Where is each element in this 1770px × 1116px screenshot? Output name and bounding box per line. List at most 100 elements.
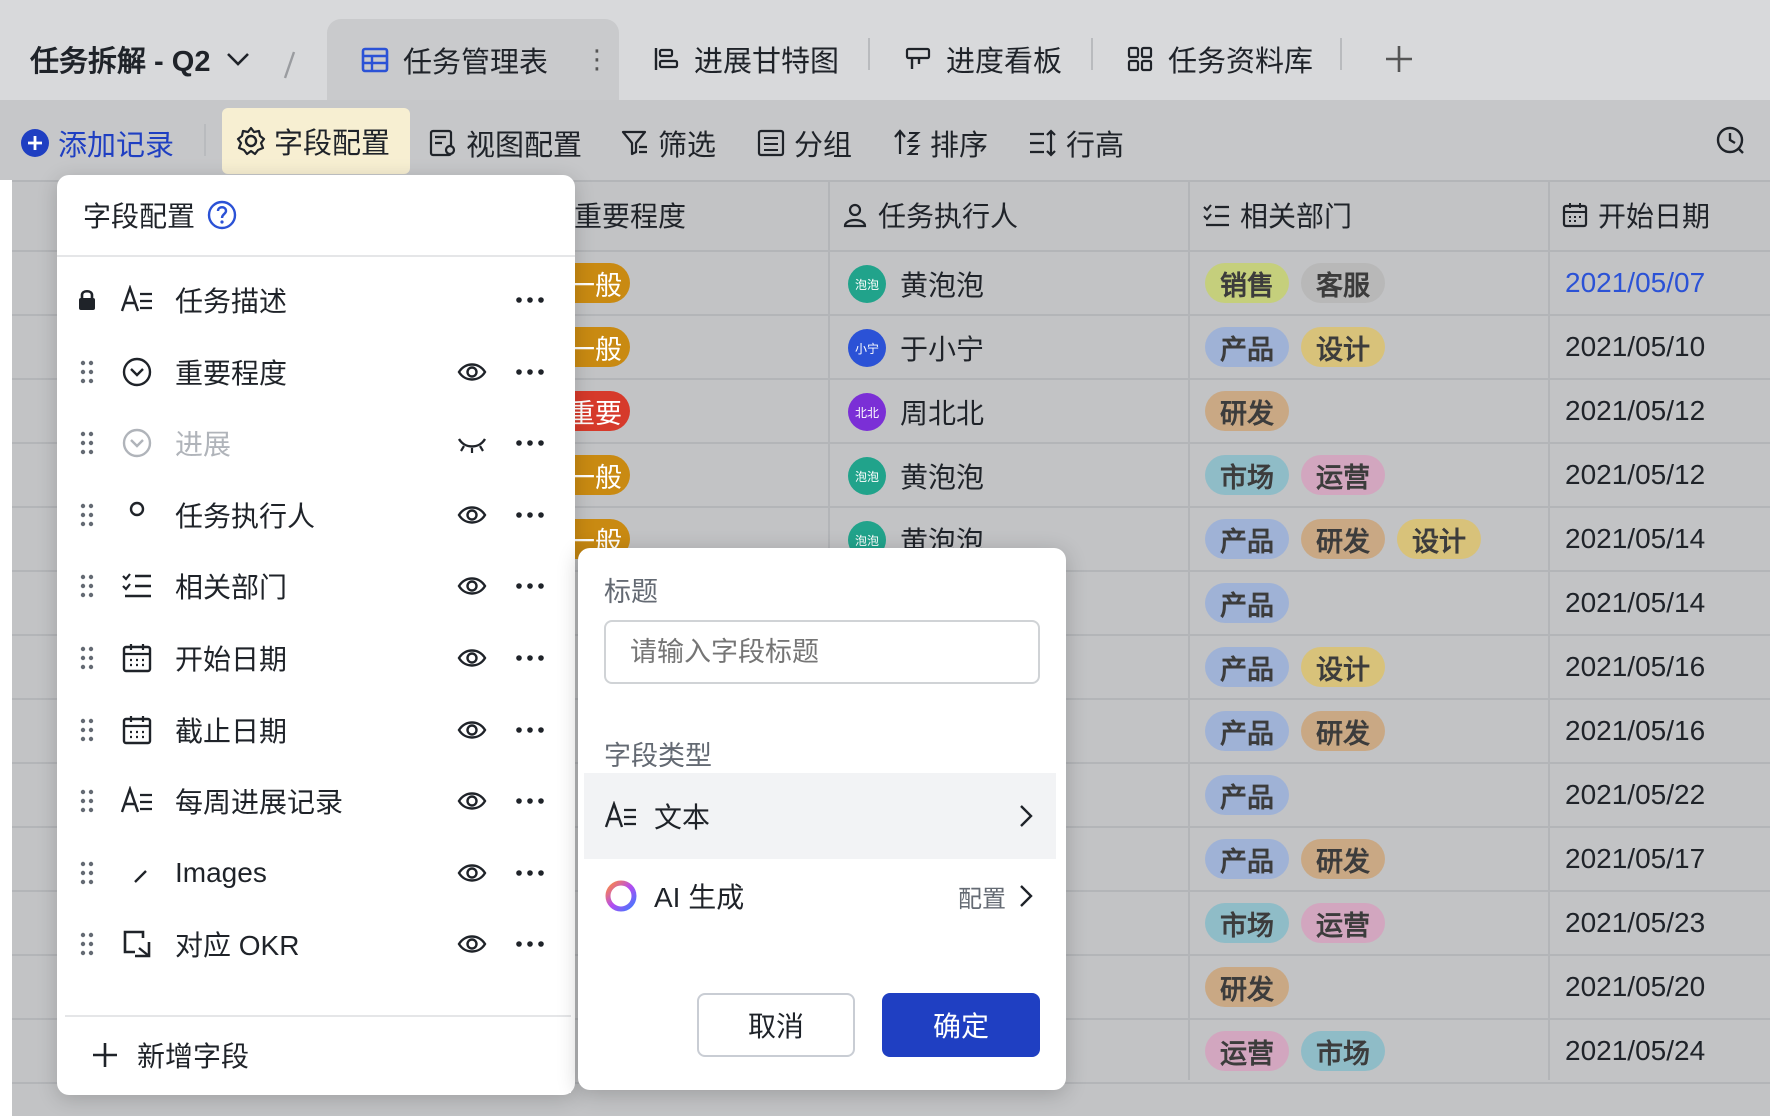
more-icon[interactable]: [515, 582, 547, 590]
start-date-cell[interactable]: 2021/05/17: [1565, 843, 1705, 875]
add-view-button[interactable]: [1384, 44, 1414, 74]
field-row[interactable]: 对应 OKR: [57, 908, 575, 980]
eye-icon[interactable]: [457, 790, 493, 812]
start-date-cell[interactable]: 2021/05/23: [1565, 907, 1705, 939]
eye-icon[interactable]: [457, 933, 493, 955]
drag-handle-icon[interactable]: [57, 430, 117, 456]
assignee-cell[interactable]: 北北 周北北: [848, 392, 984, 432]
start-date-cell[interactable]: 2021/05/20: [1565, 971, 1705, 1003]
field-row[interactable]: 截止日期: [57, 694, 575, 766]
tab-task-table[interactable]: 任务管理表 ⋮: [327, 19, 619, 100]
more-icon[interactable]: [515, 296, 547, 304]
start-date-cell[interactable]: 2021/05/14: [1565, 523, 1705, 555]
departments-cell[interactable]: 产品 研发 设计: [1205, 519, 1493, 559]
ai-config-link[interactable]: 配置: [958, 879, 1006, 914]
departments-cell[interactable]: 产品 研发: [1205, 711, 1397, 751]
departments-cell[interactable]: 运营 市场: [1205, 1031, 1397, 1071]
cancel-button[interactable]: 取消: [697, 993, 855, 1057]
departments-cell[interactable]: 产品 研发: [1205, 839, 1397, 879]
column-header-assignee[interactable]: 任务执行人: [828, 180, 1018, 250]
workspace-switcher[interactable]: 任务拆解 - Q2: [30, 38, 252, 80]
drag-handle-icon[interactable]: [57, 645, 117, 671]
start-date-cell[interactable]: 2021/05/16: [1565, 715, 1705, 747]
group-button[interactable]: 分组: [756, 122, 852, 164]
department-tag: 研发: [1301, 839, 1385, 879]
help-icon[interactable]: [207, 200, 237, 230]
eye-icon[interactable]: [457, 361, 493, 383]
more-icon[interactable]: [515, 439, 547, 447]
assignee-name: 黄泡泡: [900, 270, 985, 301]
drag-handle-icon[interactable]: [57, 573, 117, 599]
start-date-cell[interactable]: 2021/05/22: [1565, 779, 1705, 811]
more-icon[interactable]: [515, 368, 547, 376]
filter-button[interactable]: 筛选: [620, 122, 716, 164]
assignee-cell[interactable]: 泡泡 黄泡泡: [848, 264, 984, 304]
tab-kanban[interactable]: 进度看板: [904, 38, 1062, 80]
person-icon: [842, 202, 868, 228]
add-field-button[interactable]: 新增字段: [65, 1015, 571, 1093]
start-date-cell[interactable]: 2021/05/12: [1565, 395, 1705, 427]
departments-cell[interactable]: 研发: [1205, 967, 1301, 1007]
row-height-icon: [1028, 128, 1058, 158]
drag-handle-icon[interactable]: [57, 359, 117, 385]
start-date-cell[interactable]: 2021/05/10: [1565, 331, 1705, 363]
eye-icon[interactable]: [457, 647, 493, 669]
departments-cell[interactable]: 市场 运营: [1205, 455, 1397, 495]
more-icon[interactable]: [515, 726, 547, 734]
drag-handle-icon[interactable]: [57, 502, 117, 528]
departments-cell[interactable]: 产品 设计: [1205, 647, 1397, 687]
view-config-button[interactable]: 视图配置: [428, 122, 582, 164]
departments-cell[interactable]: 产品: [1205, 583, 1301, 623]
field-title-input[interactable]: [604, 620, 1040, 684]
field-row[interactable]: 任务执行人: [57, 479, 575, 551]
more-icon[interactable]: [515, 511, 547, 519]
start-date-cell[interactable]: 2021/05/16: [1565, 651, 1705, 683]
start-date-cell[interactable]: 2021/05/12: [1565, 459, 1705, 491]
eye-icon[interactable]: [457, 575, 493, 597]
field-row[interactable]: 相关部门: [57, 550, 575, 622]
departments-cell[interactable]: 产品 设计: [1205, 327, 1397, 367]
field-row[interactable]: 任务描述: [57, 264, 575, 336]
tab-more-icon[interactable]: ⋮: [584, 44, 610, 75]
more-icon[interactable]: [515, 940, 547, 948]
eye-closed-icon[interactable]: [457, 432, 493, 454]
field-type-text[interactable]: 文本: [584, 773, 1056, 859]
eye-icon[interactable]: [457, 719, 493, 741]
column-header-start-date[interactable]: 开始日期: [1548, 180, 1710, 250]
field-config-button[interactable]: 字段配置: [222, 108, 410, 174]
field-row[interactable]: 每周进展记录: [57, 765, 575, 837]
history-icon[interactable]: [1714, 124, 1746, 156]
drag-handle-icon[interactable]: [57, 717, 117, 743]
drag-handle-icon[interactable]: [57, 860, 117, 886]
start-date-cell[interactable]: 2021/05/14: [1565, 587, 1705, 619]
eye-icon[interactable]: [457, 504, 493, 526]
assignee-cell[interactable]: 小宁 于小宁: [848, 328, 984, 368]
start-date-cell[interactable]: 2021/05/24: [1565, 1035, 1705, 1067]
column-header-departments[interactable]: 相关部门: [1188, 180, 1352, 250]
eye-icon[interactable]: [457, 862, 493, 884]
drag-handle-icon[interactable]: [57, 931, 117, 957]
more-icon[interactable]: [515, 797, 547, 805]
add-record-button[interactable]: 添加记录: [20, 122, 174, 164]
departments-cell[interactable]: 产品: [1205, 775, 1301, 815]
field-type-ai-label: AI 生成: [654, 882, 745, 913]
drag-handle-icon[interactable]: [57, 788, 117, 814]
column-header-importance[interactable]: 重要程度: [560, 180, 686, 250]
tab-gantt[interactable]: 进展甘特图: [652, 38, 839, 80]
field-row[interactable]: 开始日期: [57, 622, 575, 694]
departments-cell[interactable]: 市场 运营: [1205, 903, 1397, 943]
more-icon[interactable]: [515, 869, 547, 877]
tab-gallery[interactable]: 任务资料库: [1126, 38, 1313, 80]
departments-cell[interactable]: 研发: [1205, 391, 1301, 431]
assignee-cell[interactable]: 泡泡 黄泡泡: [848, 456, 984, 496]
row-height-button[interactable]: 行高: [1028, 122, 1124, 164]
start-date-cell[interactable]: 2021/05/07: [1565, 267, 1705, 299]
departments-cell[interactable]: 销售 客服: [1205, 263, 1397, 303]
field-row[interactable]: 重要程度: [57, 336, 575, 408]
confirm-button[interactable]: 确定: [882, 993, 1040, 1057]
field-row[interactable]: 进展: [57, 407, 575, 479]
more-icon[interactable]: [515, 654, 547, 662]
field-row[interactable]: Images: [57, 837, 575, 909]
sort-button[interactable]: 排序: [892, 122, 988, 164]
field-type-ai[interactable]: AI 生成 配置: [584, 853, 1056, 939]
